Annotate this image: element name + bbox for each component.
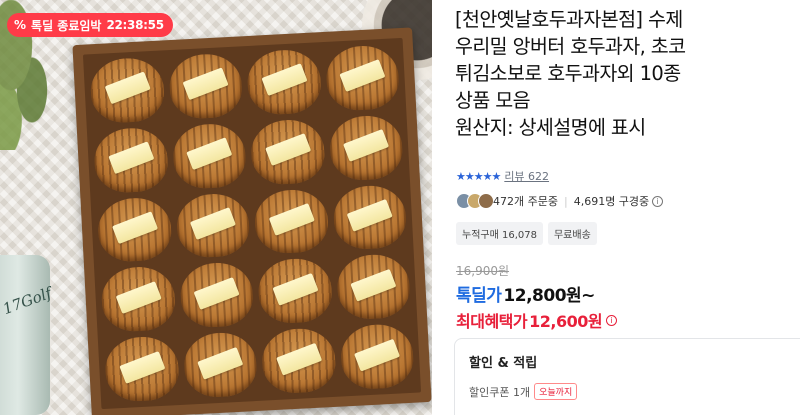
walnut-cake-box (72, 27, 432, 415)
star-rating-icon: ★★★★★ (456, 169, 501, 183)
walnut-cake (92, 126, 169, 194)
deal-countdown-badge: % 톡딜 종료임박 22:38:55 (7, 13, 173, 37)
percent-icon: % (14, 18, 27, 32)
walnut-cake (331, 183, 408, 252)
discount-benefits-panel[interactable]: 할인 & 적립 할인쿠폰 1개 오늘까지 (454, 338, 800, 415)
walnut-cake-grid (82, 37, 422, 410)
product-image[interactable]: 17Golf % 톡딜 종료임박 22:38:55 (0, 0, 432, 415)
walnut-cake (260, 327, 337, 395)
info-icon[interactable]: i (652, 195, 664, 207)
original-price: 16,900원 (456, 264, 510, 278)
deal-badge-label: 톡딜 종료임박 (31, 18, 102, 33)
walnut-cake (178, 261, 255, 329)
walnut-cake (89, 56, 165, 125)
walnut-cake (256, 257, 333, 325)
walnut-cake (96, 195, 173, 264)
divider: | (563, 194, 568, 208)
deal-price-row: 톡딜가 12,800원~ (456, 281, 595, 306)
walnut-cake (167, 52, 244, 120)
tag-cumulative-purchases: 누적구매 16,078 (456, 222, 543, 245)
viewers-count: 4,691명 구경중 (573, 195, 650, 208)
avatar (478, 193, 494, 209)
max-benefit-label: 최대혜택가 (456, 312, 528, 331)
walnut-cake (246, 48, 322, 116)
rating-row[interactable]: ★★★★★ 리뷰 622 (456, 168, 549, 184)
walnut-cake (171, 122, 248, 190)
max-benefit-value: 12,600원 (529, 312, 603, 331)
walnut-cake (339, 322, 415, 391)
product-info-panel: [천안옛날호두과자본점] 수제 우리밀 앙버터 호두과자, 초코 튀김소보로 호… (452, 0, 800, 415)
product-tags: 누적구매 16,078 무료배송 (456, 222, 597, 245)
walnut-cake (182, 331, 258, 399)
walnut-cake (103, 335, 180, 403)
walnut-cake (324, 44, 401, 112)
walnut-cake (328, 113, 404, 182)
tag-free-shipping: 무료배송 (547, 222, 597, 245)
review-count-link[interactable]: 리뷰 622 (504, 168, 549, 184)
coupon-row[interactable]: 할인쿠폰 1개 오늘까지 (469, 383, 799, 400)
benefits-title: 할인 & 적립 (469, 356, 538, 371)
coupon-expiry-badge: 오늘까지 (534, 383, 578, 400)
max-benefit-info-icon[interactable]: i (606, 314, 618, 326)
deal-price-value: 12,800원~ (503, 286, 595, 306)
social-proof-row: 472개 주문중 | 4,691명 구경중 i (456, 193, 664, 209)
mug-decoration (0, 255, 50, 415)
max-benefit-price-row: 최대혜택가 12,600원 i (456, 308, 618, 332)
walnut-cake (100, 265, 176, 334)
walnut-cake (249, 117, 326, 186)
walnut-cake (335, 253, 412, 321)
buyer-avatars (456, 193, 494, 209)
walnut-cake (174, 191, 251, 260)
coupon-count: 할인쿠폰 1개 (469, 385, 531, 399)
deal-price-label: 톡딜가 (456, 286, 502, 306)
orders-in-progress: 472개 주문중 (493, 195, 558, 208)
walnut-cake (253, 187, 330, 256)
product-title: [천안옛날호두과자본점] 수제 우리밀 앙버터 호두과자, 초코 튀김소보로 호… (455, 8, 686, 139)
deal-countdown-timer: 22:38:55 (106, 18, 164, 32)
